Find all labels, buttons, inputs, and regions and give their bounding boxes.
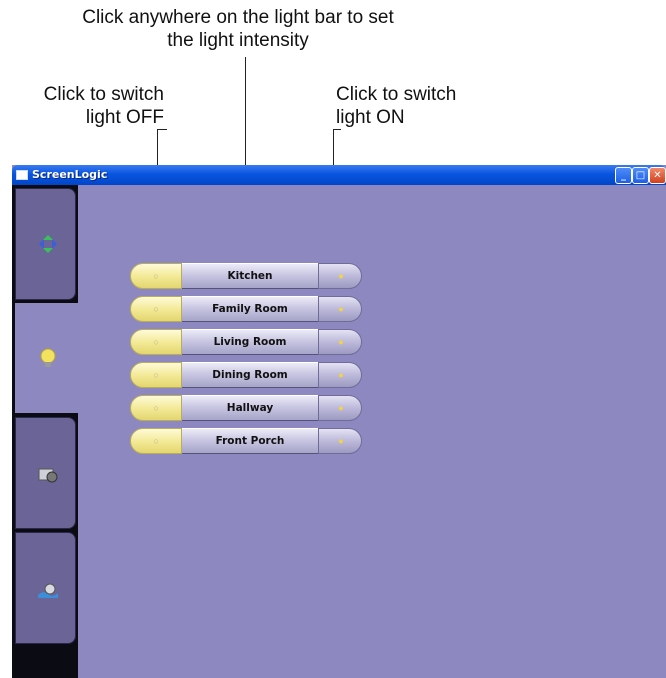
on-callout-line2: light ON [336,107,405,128]
nav-tab-pool[interactable] [15,532,76,644]
nav-sidebar [12,185,83,678]
window-title: ScreenLogic [32,168,108,181]
light-on-button[interactable]: ● [318,362,362,388]
light-name: Dining Room [212,369,288,381]
light-intensity-bar[interactable]: Kitchen [182,263,318,289]
light-off-button[interactable]: ○ [130,263,182,289]
light-intensity-bar[interactable]: Hallway [182,395,318,421]
light-row: ○ Kitchen ● [130,263,362,289]
camera-icon [33,460,63,490]
light-row: ○ Dining Room ● [130,362,362,388]
light-row: ○ Hallway ● [130,395,362,421]
minimize-button[interactable]: _ [615,167,632,184]
bulb-off-icon: ○ [153,370,159,380]
light-on-button[interactable]: ● [318,263,362,289]
light-row: ○ Front Porch ● [130,428,362,454]
lightbulb-icon [33,344,63,374]
pool-icon [33,575,63,605]
nav-tab-cameras[interactable] [15,417,76,529]
main-content: ○ Kitchen ● ○ Family Room ● ○ Living Room ● ○ Dini… [12,185,666,678]
bulb-on-icon: ● [338,403,344,413]
light-intensity-bar[interactable]: Family Room [182,296,318,322]
light-intensity-bar[interactable]: Dining Room [182,362,318,388]
nav-tab-overview[interactable] [15,188,76,300]
light-intensity-bar[interactable]: Front Porch [182,428,318,454]
light-name: Kitchen [227,270,273,282]
bulb-on-icon: ● [338,337,344,347]
intensity-callout-line2: the light intensity [167,30,309,51]
light-off-button[interactable]: ○ [130,296,182,322]
on-callout-line1: Click to switch [336,84,457,105]
off-callout: Click to switch light OFF [4,83,164,129]
light-off-button[interactable]: ○ [130,395,182,421]
light-name: Hallway [226,402,274,414]
light-on-button[interactable]: ● [318,395,362,421]
light-name: Family Room [212,303,288,315]
light-on-button[interactable]: ● [318,296,362,322]
light-name: Living Room [213,336,287,348]
light-off-button[interactable]: ○ [130,428,182,454]
bulb-off-icon: ○ [153,436,159,446]
light-on-button[interactable]: ● [318,329,362,355]
bulb-on-icon: ● [338,304,344,314]
intensity-callout: Click anywhere on the light bar to set t… [0,6,476,52]
light-row: ○ Family Room ● [130,296,362,322]
arrows-icon [33,229,63,259]
bulb-off-icon: ○ [153,304,159,314]
screenlogic-window: ScreenLogic _ □ ✕ ○ Kitchen ● ○ Family R… [12,165,666,678]
light-row: ○ Living Room ● [130,329,362,355]
app-icon [16,170,28,180]
bulb-off-icon: ○ [153,403,159,413]
title-bar[interactable]: ScreenLogic _ □ ✕ [12,165,666,185]
bulb-on-icon: ● [338,436,344,446]
light-off-button[interactable]: ○ [130,362,182,388]
nav-tab-lights[interactable] [15,303,83,413]
off-callout-line2: light OFF [85,107,164,128]
bulb-off-icon: ○ [153,337,159,347]
bulb-off-icon: ○ [153,271,159,281]
bulb-on-icon: ● [338,370,344,380]
light-on-button[interactable]: ● [318,428,362,454]
light-name: Front Porch [215,435,285,447]
bulb-on-icon: ● [338,271,344,281]
maximize-button[interactable]: □ [632,167,649,184]
on-callout: Click to switch light ON [336,83,536,129]
off-leader-tick [157,129,167,130]
on-leader-tick [333,129,341,130]
light-intensity-bar[interactable]: Living Room [182,329,318,355]
close-button[interactable]: ✕ [649,167,666,184]
off-callout-line1: Click to switch [43,84,164,105]
light-off-button[interactable]: ○ [130,329,182,355]
intensity-callout-line1: Click anywhere on the light bar to set [82,7,394,28]
